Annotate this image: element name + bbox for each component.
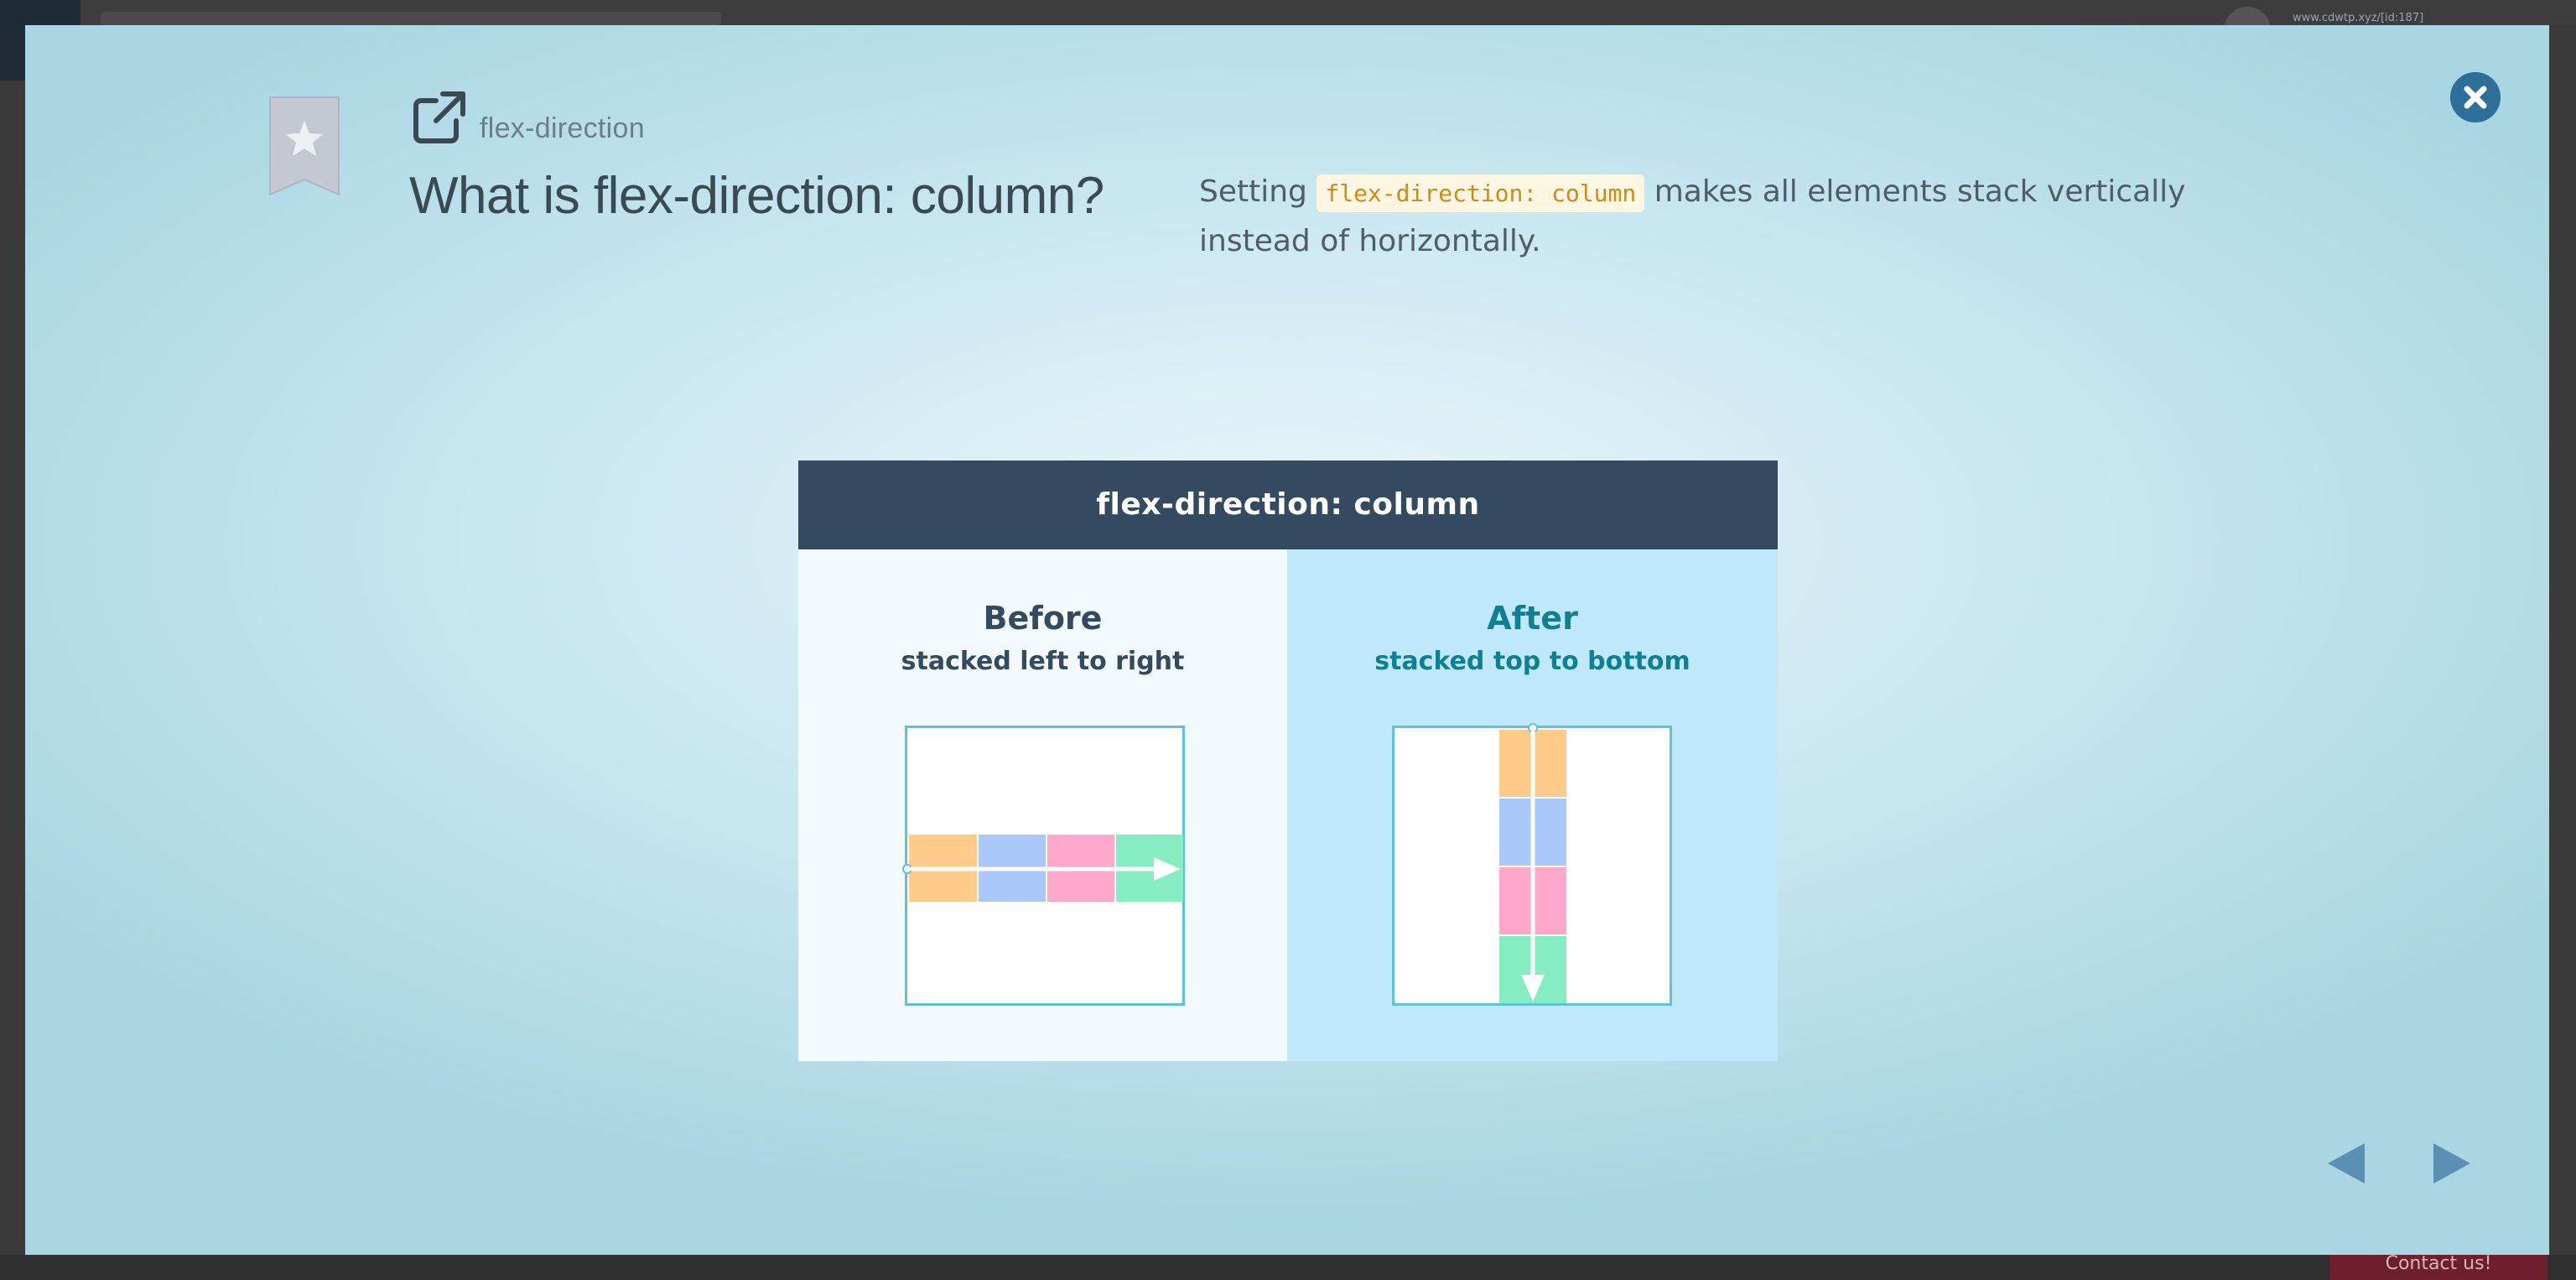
close-icon[interactable] bbox=[2450, 72, 2501, 122]
before-title: Before bbox=[983, 600, 1103, 637]
flashcard-modal: flex-direction What is flex-direction: c… bbox=[25, 25, 2549, 1255]
after-title: After bbox=[1487, 600, 1578, 637]
direction-arrow-down-icon bbox=[1521, 723, 1545, 1002]
background-address-bar bbox=[101, 12, 721, 25]
before-subtitle: stacked left to right bbox=[901, 647, 1185, 676]
answer-code-snippet: flex-direction: column bbox=[1317, 174, 1645, 212]
direction-arrow-right-icon bbox=[902, 857, 1181, 881]
card-question-title: What is flex-direction: column? bbox=[409, 167, 1104, 225]
arrow-right-icon[interactable] bbox=[2425, 1138, 2475, 1189]
after-subtitle: stacked top to bottom bbox=[1374, 647, 1690, 676]
before-demo-box bbox=[902, 726, 1185, 1006]
topic-label: flex-direction bbox=[480, 112, 645, 144]
card-answer-text: Setting flex-direction: column makes all… bbox=[1199, 168, 2247, 265]
bookmark-star-icon[interactable] bbox=[268, 96, 340, 196]
answer-prefix: Setting bbox=[1199, 174, 1307, 209]
after-panel: After stacked top to bottom bbox=[1287, 549, 1778, 1061]
external-link-icon[interactable] bbox=[411, 89, 468, 146]
background-bottom-bar bbox=[0, 1255, 2576, 1280]
after-demo-box bbox=[1392, 723, 1672, 1006]
background-url-text: www.cdwtp.xyz/[id:187] bbox=[2293, 12, 2424, 24]
illustration-header: flex-direction: column bbox=[798, 460, 1778, 549]
arrow-left-icon[interactable] bbox=[2323, 1138, 2373, 1189]
before-panel: Before stacked left to right bbox=[798, 549, 1287, 1061]
flex-direction-illustration: flex-direction: column Before stacked le… bbox=[798, 460, 1778, 1061]
